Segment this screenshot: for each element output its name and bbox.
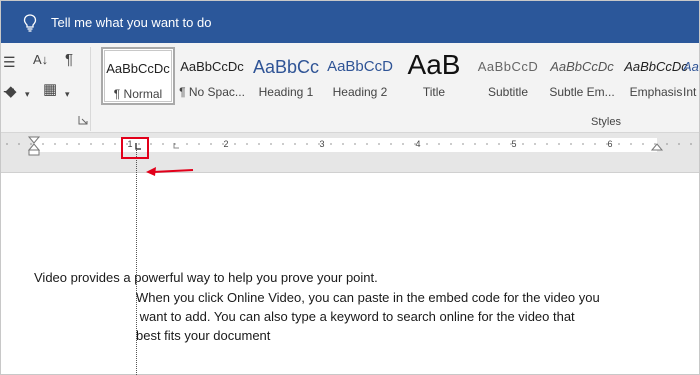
ruler-number: 2 bbox=[223, 139, 228, 149]
paragraph-line-1[interactable]: Video provides a powerful way to help yo… bbox=[34, 270, 378, 285]
style-heading-2[interactable]: AaBbCcD Heading 2 bbox=[323, 47, 397, 105]
style-intense-emphasis[interactable]: AaBbCcDc Int bbox=[681, 47, 699, 105]
style-name: Heading 1 bbox=[258, 85, 314, 99]
ruler-number: 3 bbox=[319, 139, 324, 149]
paragraph-line-2[interactable]: When you click Online Video, you can pas… bbox=[136, 290, 600, 305]
list-icon[interactable]: ☰ bbox=[3, 55, 16, 69]
style-preview: AaBbCc bbox=[252, 57, 320, 77]
pilcrow-icon[interactable]: ¶ bbox=[65, 52, 73, 67]
left-indent-marker bbox=[28, 149, 40, 156]
style-name: Heading 2 bbox=[332, 85, 388, 99]
style-no-spacing[interactable]: AaBbCcDc ¶ No Spac... bbox=[175, 47, 249, 105]
shading-icon[interactable]: ◆ bbox=[5, 84, 17, 99]
lightbulb-icon bbox=[23, 14, 37, 32]
ruler-number: 6 bbox=[607, 139, 612, 149]
style-name: ¶ No Spac... bbox=[179, 85, 245, 99]
horizontal-ruler[interactable]: 123456 bbox=[1, 133, 699, 173]
style-subtle-emphasis[interactable]: AaBbCcDc Subtle Em... bbox=[545, 47, 619, 105]
style-preview: AaBbCcDc bbox=[106, 61, 170, 76]
style-preview: AaBbCcDc bbox=[683, 59, 699, 74]
style-subtitle[interactable]: AaBbCcD Subtitle bbox=[471, 47, 545, 105]
tell-me-text[interactable]: Tell me what you want to do bbox=[51, 15, 211, 30]
styles-gallery: AaBbCcDc ¶ Normal AaBbCcDc ¶ No Spac... … bbox=[101, 47, 699, 105]
chevron-down-icon[interactable]: ▾ bbox=[25, 87, 30, 101]
borders-icon[interactable]: ▦ bbox=[43, 82, 57, 97]
annotation-highlight-box bbox=[121, 137, 149, 159]
chevron-down-icon[interactable]: ▾ bbox=[65, 87, 70, 101]
style-name: Int bbox=[683, 85, 697, 99]
style-preview: AaBbCcDc bbox=[180, 59, 244, 74]
style-title[interactable]: AaB Title bbox=[397, 47, 471, 105]
ribbon: ☰ A↓ ¶ ⇥ ◆ ▾ ▦ ▾ AaBbCcDc ¶ Normal AaBbC… bbox=[1, 43, 699, 133]
paragraph-line-4[interactable]: best fits your document bbox=[136, 328, 270, 343]
style-name: Title bbox=[422, 85, 446, 99]
annotation-arrow-icon bbox=[146, 167, 194, 176]
style-heading-1[interactable]: AaBbCc Heading 1 bbox=[249, 47, 323, 105]
styles-group-label: Styles bbox=[591, 116, 621, 128]
ruler-scale: 123456 bbox=[6, 136, 692, 156]
paragraph-group: ☰ A↓ ¶ ⇥ ◆ ▾ ▦ ▾ bbox=[1, 43, 91, 133]
ruler-number: 5 bbox=[511, 139, 516, 149]
style-normal[interactable]: AaBbCcDc ¶ Normal bbox=[101, 47, 175, 105]
paragraph-line-3[interactable]: want to add. You can also type a keyword… bbox=[136, 309, 575, 324]
style-preview: AaBbCcDc bbox=[550, 59, 614, 74]
sort-icon[interactable]: A↓ bbox=[33, 53, 48, 67]
tell-me-bar[interactable]: Tell me what you want to do bbox=[1, 1, 699, 43]
dialog-launcher-icon[interactable] bbox=[78, 115, 88, 125]
style-name: Subtle Em... bbox=[549, 85, 615, 99]
style-preview: AaB bbox=[407, 49, 461, 80]
style-name: ¶ Normal bbox=[113, 87, 163, 101]
style-name: Subtitle bbox=[487, 85, 529, 99]
style-preview: AaBbCcD bbox=[477, 59, 539, 74]
group-divider bbox=[90, 47, 91, 131]
style-preview: AaBbCcD bbox=[327, 58, 393, 75]
ruler-number: 4 bbox=[415, 139, 420, 149]
